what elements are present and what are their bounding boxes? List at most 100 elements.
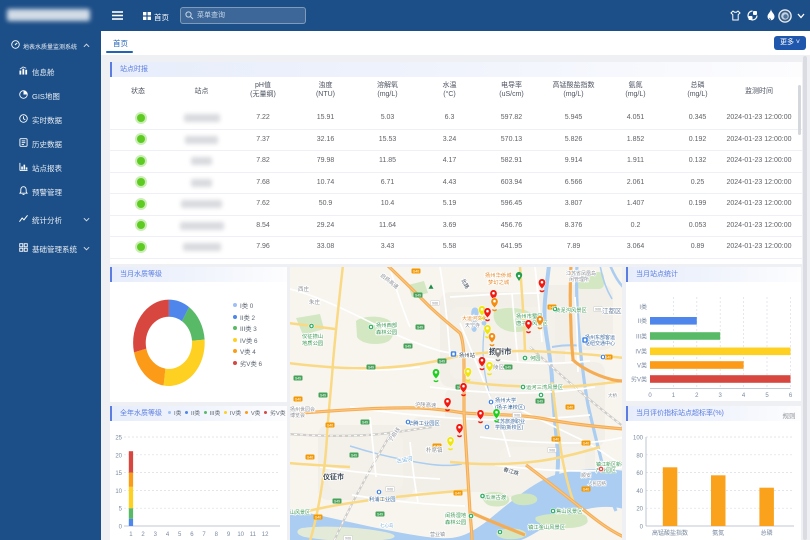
svg-text:博览会: 博览会	[290, 412, 305, 419]
svg-text:森林公园: 森林公园	[376, 328, 397, 336]
svg-text:S49: S49	[367, 365, 373, 369]
svg-text:仪征捺山: 仪征捺山	[302, 332, 323, 340]
svg-text:25: 25	[115, 436, 122, 442]
svg-text:天宁寺: 天宁寺	[465, 322, 480, 329]
svg-text:S49: S49	[404, 344, 410, 348]
svg-text:2: 2	[141, 532, 145, 538]
svg-text:15: 15	[115, 471, 122, 477]
svg-text:枢纽交通中心: 枢纽交通中心	[585, 340, 615, 347]
svg-text:G40: G40	[412, 269, 419, 273]
svg-text:G40: G40	[454, 491, 461, 495]
svg-text:扬州站: 扬州站	[459, 351, 476, 359]
svg-text:闲管理所: 闲管理所	[569, 276, 589, 283]
svg-text:6: 6	[789, 393, 793, 399]
svg-text:X06: X06	[548, 448, 554, 452]
svg-text:S49: S49	[361, 420, 367, 424]
svg-text:III类: III类	[636, 332, 647, 340]
svg-text:营业镇: 营业镇	[430, 531, 445, 538]
svg-text:大桥: 大桥	[608, 392, 617, 399]
svg-text:G40: G40	[433, 444, 440, 448]
svg-text:S49: S49	[536, 399, 542, 403]
svg-text:S49: S49	[350, 453, 356, 457]
svg-text:S49: S49	[294, 376, 300, 380]
svg-text:3: 3	[719, 393, 723, 399]
svg-text:何园: 何园	[530, 354, 541, 362]
svg-text:扬州东部客运: 扬州东部客运	[585, 334, 615, 341]
svg-text:0: 0	[640, 525, 644, 531]
svg-text:扬州大学: 扬州大学	[495, 396, 516, 404]
svg-text:7: 7	[202, 532, 206, 538]
svg-text:100: 100	[633, 436, 644, 442]
svg-text:11: 11	[250, 532, 257, 538]
svg-text:扬州华侨城: 扬州华侨城	[485, 271, 512, 279]
svg-text:G40: G40	[306, 455, 313, 459]
svg-text:瓜洲古渡: 瓜洲古渡	[485, 493, 507, 501]
svg-text:4: 4	[166, 532, 170, 538]
svg-text:80: 80	[636, 453, 643, 459]
svg-text:闰扬湿地: 闰扬湿地	[445, 511, 467, 519]
svg-text:劣V类: 劣V类	[631, 375, 647, 383]
svg-text:4: 4	[742, 393, 746, 399]
svg-text:V类: V类	[637, 361, 647, 369]
svg-text:G40: G40	[552, 437, 559, 441]
svg-text:S49: S49	[414, 293, 420, 297]
svg-text:七心岛: 七心岛	[380, 522, 394, 529]
svg-text:高锰酸盐指数: 高锰酸盐指数	[652, 529, 688, 537]
svg-text:10: 10	[237, 532, 244, 538]
svg-text:0: 0	[119, 525, 123, 531]
svg-text:IV类: IV类	[635, 348, 647, 356]
svg-text:X06: X06	[344, 536, 350, 540]
svg-text:X06: X06	[513, 413, 519, 417]
svg-text:X06: X06	[386, 487, 392, 491]
svg-text:朱庄: 朱庄	[309, 298, 321, 306]
svg-text:总磷: 总磷	[761, 529, 773, 537]
svg-text:S49: S49	[438, 359, 444, 363]
svg-text:12: 12	[262, 532, 269, 538]
svg-text:运河三湾风景区: 运河三湾风景区	[526, 383, 564, 391]
svg-text:华腾工业园区: 华腾工业园区	[408, 419, 440, 427]
svg-text:1: 1	[129, 532, 133, 538]
svg-text:1: 1	[672, 393, 676, 399]
svg-text:G40: G40	[294, 397, 301, 401]
svg-text:S49: S49	[504, 365, 510, 369]
svg-text:氨氮: 氨氮	[712, 529, 724, 537]
svg-text:20: 20	[115, 453, 122, 459]
svg-text:8: 8	[215, 532, 219, 538]
svg-text:2: 2	[695, 393, 699, 399]
svg-text:G40: G40	[314, 515, 321, 519]
svg-text:仪征市: 仪征市	[322, 472, 344, 481]
svg-text:60: 60	[636, 471, 643, 477]
svg-text:S49: S49	[416, 325, 422, 329]
svg-text:6: 6	[190, 532, 194, 538]
svg-text:X06: X06	[431, 301, 437, 305]
svg-text:G40: G40	[326, 423, 333, 427]
svg-text:学院(新校区): 学院(新校区)	[495, 424, 524, 431]
svg-text:黄泥沟风景区: 黄泥沟风景区	[555, 306, 587, 314]
svg-text:江苏旅游职业: 江苏旅游职业	[495, 418, 525, 425]
svg-text:G40: G40	[604, 355, 611, 359]
svg-text:镇江金山风景区: 镇江金山风景区	[528, 523, 566, 531]
svg-text:江苏省凤凰岛: 江苏省凤凰岛	[566, 270, 596, 277]
svg-text:利浦工业园: 利浦工业园	[369, 495, 396, 503]
svg-text:扬州世园会: 扬州世园会	[290, 406, 315, 413]
svg-text:20: 20	[636, 507, 643, 513]
svg-text:S49: S49	[319, 393, 325, 397]
svg-text:人民囚络: 人民囚络	[588, 480, 606, 487]
svg-text:II类: II类	[638, 317, 647, 325]
svg-text:3: 3	[154, 532, 158, 538]
svg-text:顺安: 顺安	[581, 472, 591, 479]
svg-text:5: 5	[119, 507, 123, 513]
svg-text:梦幻之城: 梦幻之城	[488, 278, 510, 286]
svg-text:40: 40	[636, 489, 643, 495]
svg-text:G40: G40	[582, 487, 589, 491]
svg-text:X06: X06	[594, 307, 600, 311]
svg-text:G40: G40	[548, 305, 555, 309]
svg-text:西庄: 西庄	[298, 285, 310, 293]
svg-text:江都区: 江都区	[602, 307, 622, 315]
svg-text:0: 0	[648, 393, 652, 399]
svg-text:I类: I类	[639, 303, 647, 311]
svg-text:焦山风景区: 焦山风景区	[556, 507, 583, 515]
svg-text:S49: S49	[333, 499, 339, 503]
svg-text:5: 5	[178, 532, 182, 538]
svg-text:10: 10	[115, 489, 122, 495]
